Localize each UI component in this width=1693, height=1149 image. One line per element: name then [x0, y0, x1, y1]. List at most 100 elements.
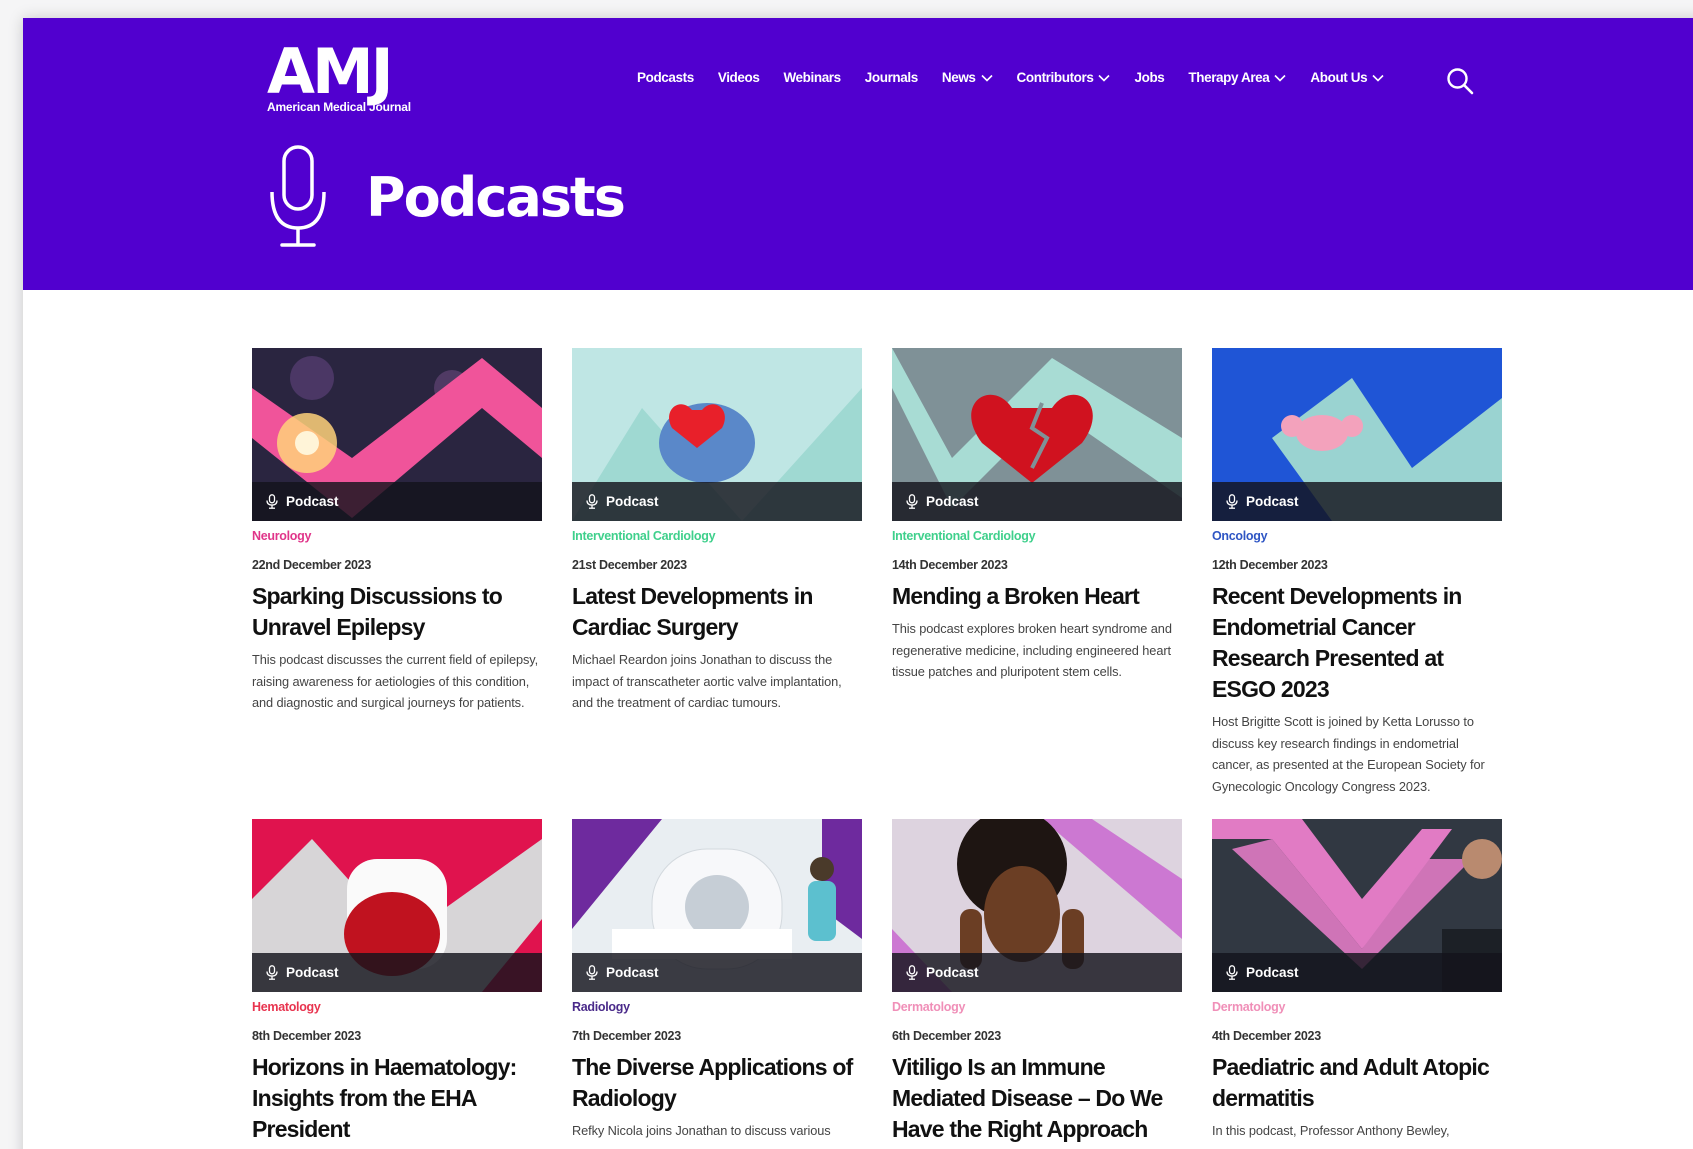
nav-jobs[interactable]: Jobs: [1134, 70, 1164, 85]
category-link[interactable]: Radiology: [572, 1000, 862, 1017]
podcast-card[interactable]: Podcast Hematology 8th December 2023 Horizo…: [252, 819, 542, 1149]
badge-label: Podcast: [286, 494, 339, 509]
page-title: Podcasts: [366, 166, 626, 229]
nav-label: Videos: [717, 70, 760, 85]
hero-banner: AMJ American Medical Journal Podcasts Vid…: [23, 18, 1693, 290]
podcast-card[interactable]: Podcast Radiology 7th December 2023 The Div…: [572, 819, 862, 1149]
podcast-grid: Podcast Neurology 22nd December 2023 Sparki…: [252, 348, 1516, 1149]
category-link[interactable]: Interventional Cardiology: [572, 529, 862, 546]
podcast-badge: Podcast: [252, 482, 542, 521]
podcast-badge: Podcast: [572, 953, 862, 992]
podcast-title[interactable]: Mending a Broken Heart: [892, 581, 1182, 612]
search-icon[interactable]: [1445, 66, 1475, 96]
podcast-description: Refky Nicola joins Jonathan to discuss v…: [572, 1123, 831, 1138]
podcast-badge: Podcast: [1212, 953, 1502, 992]
podcast-card[interactable]: Podcast Oncology 12th December 2023 Recent …: [1212, 348, 1502, 797]
podcast-title[interactable]: Sparking Discussions to Unravel Epilepsy: [252, 581, 542, 643]
badge-label: Podcast: [606, 965, 659, 980]
nav-journals[interactable]: Journals: [865, 70, 918, 85]
nav-therapy-area[interactable]: Therapy Area: [1188, 70, 1286, 85]
podcast-thumbnail[interactable]: Podcast: [892, 819, 1182, 992]
podcast-title[interactable]: Recent Developments in Endometrial Cance…: [1212, 581, 1502, 705]
category-link[interactable]: Hematology: [252, 1000, 542, 1017]
nav-label: Therapy Area: [1188, 70, 1270, 85]
badge-label: Podcast: [286, 965, 339, 980]
nav-webinars[interactable]: Webinars: [783, 70, 841, 85]
main-nav: Podcasts Videos Webinars Journals News Contri…: [637, 70, 1408, 85]
podcast-thumbnail[interactable]: Podcast: [1212, 819, 1502, 992]
publish-date: 4th December 2023: [1212, 1029, 1321, 1043]
nav-label: Journals: [864, 70, 918, 85]
microphone-icon: [266, 965, 278, 980]
badge-label: Podcast: [606, 494, 659, 509]
podcast-thumbnail[interactable]: Podcast: [252, 819, 542, 992]
chevron-down-icon: [1372, 74, 1384, 82]
category-link[interactable]: Interventional Cardiology: [892, 529, 1182, 546]
podcast-description: This podcast explores broken heart syndr…: [892, 621, 1172, 679]
microphone-icon: [586, 965, 598, 980]
podcast-description: Michael Reardon joins Jonathan to discus…: [572, 652, 842, 710]
podcast-badge: Podcast: [1212, 482, 1502, 521]
podcast-card[interactable]: Podcast Neurology 22nd December 2023 Sparki…: [252, 348, 542, 797]
microphone-icon: [906, 494, 918, 509]
podcast-badge: Podcast: [572, 482, 862, 521]
nav-news[interactable]: News: [942, 70, 993, 85]
podcast-badge: Podcast: [892, 953, 1182, 992]
chevron-down-icon: [1098, 74, 1111, 82]
badge-label: Podcast: [1246, 965, 1299, 980]
microphone-icon: [1226, 494, 1238, 509]
microphone-icon: [270, 145, 326, 247]
podcast-title[interactable]: Vitiligo Is an Immune Mediated Disease –…: [892, 1052, 1182, 1145]
podcast-title[interactable]: Paediatric and Adult Atopic dermatitis: [1212, 1052, 1502, 1114]
nav-podcasts[interactable]: Podcasts: [637, 70, 694, 85]
nav-label: Podcasts: [637, 70, 694, 85]
podcast-card[interactable]: Podcast Interventional Cardiology 14th Dec…: [892, 348, 1182, 797]
nav-label: Jobs: [1134, 70, 1165, 85]
podcast-thumbnail[interactable]: Podcast: [572, 819, 862, 992]
nav-label: Contributors: [1016, 70, 1094, 85]
podcast-thumbnail[interactable]: Podcast: [572, 348, 862, 521]
logo-mark: AMJ: [267, 35, 394, 108]
category-link[interactable]: Neurology: [252, 529, 542, 546]
publish-date: 8th December 2023: [252, 1029, 361, 1043]
microphone-icon: [586, 494, 598, 509]
podcast-card[interactable]: Podcast Dermatology 4th December 2023 Paedi…: [1212, 819, 1502, 1149]
podcast-title[interactable]: The Diverse Applications of Radiology: [572, 1052, 862, 1114]
podcast-card[interactable]: Podcast Dermatology 6th December 2023 Vitil…: [892, 819, 1182, 1149]
nav-contributors[interactable]: Contributors: [1017, 70, 1111, 85]
nav-label: Webinars: [783, 70, 841, 85]
microphone-icon: [906, 965, 918, 980]
category-link[interactable]: Dermatology: [1212, 1000, 1502, 1017]
site-logo[interactable]: AMJ American Medical Journal: [267, 35, 411, 115]
publish-date: 6th December 2023: [892, 1029, 1001, 1043]
chevron-down-icon: [1274, 74, 1286, 82]
nav-label: News: [941, 70, 976, 85]
publish-date: 7th December 2023: [572, 1029, 681, 1043]
category-link[interactable]: Dermatology: [892, 1000, 1182, 1017]
badge-label: Podcast: [926, 494, 979, 509]
category-link[interactable]: Oncology: [1212, 529, 1502, 546]
publish-date: 14th December 2023: [892, 558, 1008, 572]
podcast-title[interactable]: Latest Developments in Cardiac Surgery: [572, 581, 862, 643]
podcast-description: In this podcast, Professor Anthony Bewle…: [1212, 1123, 1450, 1138]
nav-about-us[interactable]: About Us: [1310, 70, 1384, 85]
badge-label: Podcast: [926, 965, 979, 980]
microphone-icon: [1226, 965, 1238, 980]
publish-date: 21st December 2023: [572, 558, 687, 572]
podcast-thumbnail[interactable]: Podcast: [1212, 348, 1502, 521]
podcast-title[interactable]: Horizons in Haematology: Insights from t…: [252, 1052, 542, 1145]
podcast-description: This podcast discusses the current field…: [252, 652, 539, 710]
podcast-card[interactable]: Podcast Interventional Cardiology 21st Dec…: [572, 348, 862, 797]
podcast-description: Host Brigitte Scott is joined by Ketta L…: [1212, 714, 1485, 794]
publish-date: 22nd December 2023: [252, 558, 371, 572]
microphone-icon: [266, 494, 278, 509]
publish-date: 12th December 2023: [1212, 558, 1328, 572]
logo-subtitle: American Medical Journal: [267, 100, 411, 114]
nav-videos[interactable]: Videos: [718, 70, 760, 85]
browser-page: AMJ American Medical Journal Podcasts Vid…: [23, 18, 1693, 1149]
nav-label: About Us: [1310, 70, 1368, 85]
podcast-badge: Podcast: [252, 953, 542, 992]
chevron-down-icon: [980, 74, 993, 82]
podcast-thumbnail[interactable]: Podcast: [252, 348, 542, 521]
podcast-thumbnail[interactable]: Podcast: [892, 348, 1182, 521]
